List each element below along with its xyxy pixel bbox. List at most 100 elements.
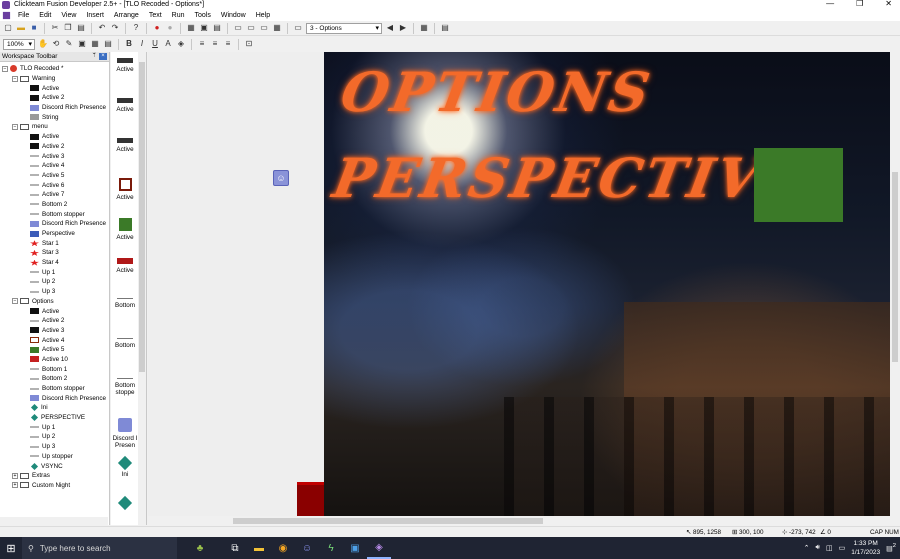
- tree-item[interactable]: Active 2: [0, 316, 108, 326]
- notification-icon[interactable]: ▤2: [886, 543, 896, 552]
- tree-item[interactable]: Star 4: [0, 258, 108, 268]
- align-left-icon[interactable]: ≡: [197, 39, 207, 49]
- color-icon[interactable]: A: [163, 39, 173, 49]
- menu-insert[interactable]: Insert: [81, 12, 109, 19]
- tree-item[interactable]: String: [0, 112, 108, 122]
- discord-object[interactable]: ☺: [273, 170, 289, 186]
- record-icon[interactable]: ●: [165, 23, 175, 33]
- tree-item[interactable]: − TLO Recoded *: [0, 64, 108, 74]
- tree-item[interactable]: Active 3: [0, 326, 108, 336]
- open-icon[interactable]: ▬: [16, 23, 26, 33]
- tree-item[interactable]: Active 5: [0, 345, 108, 355]
- close-button[interactable]: ✕: [885, 0, 892, 8]
- frame-editor-icon[interactable]: ▣: [199, 23, 209, 33]
- storyboard-icon[interactable]: ▦: [186, 23, 196, 33]
- chevron-up-icon[interactable]: ⌃: [804, 544, 810, 552]
- minimize-button[interactable]: —: [826, 0, 834, 8]
- tree-item[interactable]: Active: [0, 83, 108, 93]
- rotate-icon[interactable]: ⟲: [51, 39, 61, 49]
- tree-item[interactable]: Active 7: [0, 190, 108, 200]
- object-item[interactable]: Active: [111, 138, 139, 153]
- tree-item[interactable]: Up 2: [0, 432, 108, 442]
- tree-item[interactable]: Up 2: [0, 277, 108, 287]
- tree-item[interactable]: Discord Rich Presence: [0, 103, 108, 113]
- underline-icon[interactable]: U: [150, 39, 160, 49]
- volume-icon[interactable]: 🔊︎: [816, 544, 820, 552]
- tree-item[interactable]: Bottom 2: [0, 374, 108, 384]
- align-right-icon[interactable]: ≡: [223, 39, 233, 49]
- tree-item[interactable]: Bottom 1: [0, 364, 108, 374]
- tree-item[interactable]: Active: [0, 132, 108, 142]
- object-item[interactable]: Ini: [111, 455, 139, 478]
- expand-icon[interactable]: +: [12, 472, 18, 479]
- options-title[interactable]: OPTIONS: [336, 60, 657, 124]
- undo-icon[interactable]: ↶: [97, 23, 107, 33]
- grid-toggle-icon[interactable]: ▣: [77, 39, 87, 49]
- bold-icon[interactable]: B: [124, 39, 134, 49]
- properties-icon[interactable]: ▤: [440, 23, 450, 33]
- layer-icon[interactable]: ▤: [103, 39, 113, 49]
- object-item[interactable]: [111, 495, 139, 511]
- tree-item[interactable]: + Extras: [0, 471, 108, 481]
- tree-item[interactable]: PERSPECTIVE: [0, 413, 108, 423]
- zoom-select[interactable]: 100%: [3, 38, 35, 50]
- fill-icon[interactable]: ◈: [176, 39, 186, 49]
- collapse-icon[interactable]: −: [2, 65, 8, 72]
- frame-icon[interactable]: ▭: [293, 23, 303, 33]
- stop-icon[interactable]: ●: [152, 23, 162, 33]
- weather-icon[interactable]: ♣: [177, 537, 223, 559]
- expand-icon[interactable]: +: [12, 482, 18, 489]
- snap-icon[interactable]: ▦: [90, 39, 100, 49]
- tree-item[interactable]: Active 6: [0, 180, 108, 190]
- frame-select[interactable]: 3 - Options: [306, 22, 382, 34]
- close-icon[interactable]: ×: [99, 53, 107, 60]
- menu-window[interactable]: Window: [216, 12, 251, 19]
- windows-start-icon[interactable]: ⊞: [0, 537, 22, 559]
- object-item[interactable]: Bottom stoppe: [111, 378, 139, 396]
- frame-editor[interactable]: ☺ OPTIONS PERSPECTIVE: [148, 52, 890, 516]
- tree-item[interactable]: Ini: [0, 403, 108, 413]
- save-icon[interactable]: ■: [29, 23, 39, 33]
- tree-item[interactable]: Active 4: [0, 335, 108, 345]
- app-image-icon[interactable]: ▣: [343, 537, 367, 559]
- editor-hscrollbar[interactable]: [148, 516, 890, 525]
- hand-icon[interactable]: ✋: [38, 39, 48, 49]
- chrome-icon[interactable]: ◉: [271, 537, 295, 559]
- menu-run[interactable]: Run: [167, 12, 190, 19]
- menu-view[interactable]: View: [56, 12, 81, 19]
- italic-icon[interactable]: I: [137, 39, 147, 49]
- view-1-icon[interactable]: ▭: [233, 23, 243, 33]
- menu-edit[interactable]: Edit: [34, 12, 56, 19]
- object-item[interactable]: Discord I Presen: [111, 418, 139, 449]
- tree-item[interactable]: Active 5: [0, 171, 108, 181]
- tree-item[interactable]: Discord Rich Presence: [0, 393, 108, 403]
- help-icon[interactable]: ?: [131, 23, 141, 33]
- object-item[interactable]: Active: [111, 258, 139, 274]
- tree-item[interactable]: Perspective: [0, 229, 108, 239]
- align-center-icon[interactable]: ≡: [210, 39, 220, 49]
- tree-item[interactable]: Bottom stopper: [0, 209, 108, 219]
- maximize-button[interactable]: ❐: [856, 0, 863, 8]
- tree-item[interactable]: Star 3: [0, 248, 108, 258]
- object-item[interactable]: Active: [111, 98, 139, 113]
- menu-help[interactable]: Help: [251, 12, 275, 19]
- scrollbar-thumb[interactable]: [892, 172, 898, 362]
- tree-item[interactable]: Active 2: [0, 142, 108, 152]
- new-icon[interactable]: ▢: [3, 23, 13, 33]
- tree-item[interactable]: + Custom Night: [0, 481, 108, 491]
- tree-item[interactable]: Active 2: [0, 93, 108, 103]
- green-active-object[interactable]: [754, 148, 843, 222]
- tree-item[interactable]: − menu: [0, 122, 108, 132]
- tree-item[interactable]: Active 10: [0, 355, 108, 365]
- tree-item[interactable]: Bottom 2: [0, 200, 108, 210]
- collapse-icon[interactable]: −: [12, 123, 18, 130]
- view-4-icon[interactable]: ▦: [272, 23, 282, 33]
- editor-vscrollbar[interactable]: [890, 52, 900, 516]
- menu-arrange[interactable]: Arrange: [109, 12, 144, 19]
- tree-item[interactable]: Up 1: [0, 422, 108, 432]
- document-icon[interactable]: [2, 11, 11, 20]
- menu-text[interactable]: Text: [144, 12, 167, 19]
- red-object[interactable]: [297, 482, 324, 516]
- next-frame-icon[interactable]: ▶: [398, 23, 408, 33]
- network-icon[interactable]: ◫: [826, 544, 833, 552]
